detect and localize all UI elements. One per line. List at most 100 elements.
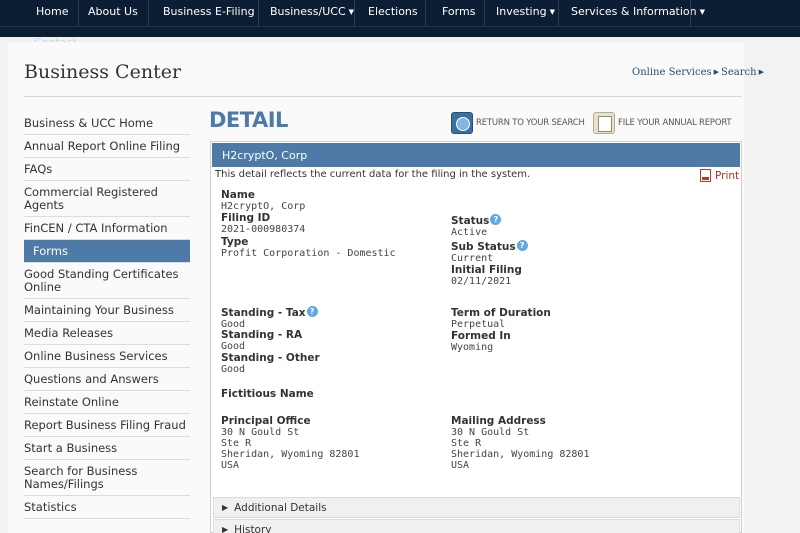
field-label: Sub Status xyxy=(451,241,516,253)
field-value: Wyoming xyxy=(451,342,494,353)
print-link[interactable]: Print xyxy=(700,169,739,182)
nav-services-information[interactable]: Services & Information ▼ xyxy=(571,5,705,18)
chevron-right-icon: ▶ xyxy=(758,68,764,76)
nav-separator xyxy=(148,0,149,26)
sidebar-item-media-releases[interactable]: Media Releases xyxy=(24,322,190,345)
field-mailing-address: Mailing Address 30 N Gould St Ste R Sher… xyxy=(451,415,590,472)
field-name: Name H2cryptO, Corp xyxy=(221,189,305,213)
field-standing-ra: Standing - RA Good xyxy=(221,329,303,353)
nav-business-e-filing[interactable]: Business E-Filing xyxy=(163,5,255,18)
nav-investing[interactable]: Investing ▼ xyxy=(496,5,555,18)
file-annual-report-link[interactable]: FILE YOUR ANNUAL REPORT xyxy=(593,111,732,135)
field-initial-filing: Initial Filing 02/11/2021 xyxy=(451,264,522,288)
help-icon[interactable]: ? xyxy=(306,306,318,317)
pdf-icon xyxy=(700,169,711,182)
sidebar-item-maintaining-business[interactable]: Maintaining Your Business xyxy=(24,299,190,322)
field-term-of-duration: Term of Duration Perpetual xyxy=(451,307,551,331)
chevron-right-icon: ▶ xyxy=(222,503,229,512)
caret-down-icon: ▼ xyxy=(549,8,555,16)
field-label: Name xyxy=(221,189,255,201)
address-line: Ste R xyxy=(451,438,482,449)
field-label: Standing - RA xyxy=(221,329,303,341)
field-value: Good xyxy=(221,364,246,375)
sidebar-item-good-standing[interactable]: Good Standing Certificates Online xyxy=(24,263,190,299)
field-label: Fictitious Name xyxy=(221,388,314,400)
breadcrumb: Online Services ▶ Search ▶ xyxy=(632,67,766,78)
field-standing-other: Standing - Other Good xyxy=(221,352,320,376)
sidebar-item-reinstate-online[interactable]: Reinstate Online xyxy=(24,391,190,414)
nav-business-ucc[interactable]: Business/UCC ▼ xyxy=(270,5,354,18)
address-line: Sheridan, Wyoming 82801 xyxy=(221,449,360,460)
breadcrumb-search[interactable]: Search xyxy=(721,67,757,78)
top-navigation: Home About Us Business E-Filing Business… xyxy=(0,0,800,26)
field-label: Mailing Address xyxy=(451,415,546,427)
field-label: Type xyxy=(221,236,249,248)
field-value: Profit Corporation - Domestic xyxy=(221,248,396,259)
sidebar-item-business-ucc-home[interactable]: Business & UCC Home xyxy=(24,112,190,135)
nav-separator xyxy=(558,0,559,26)
nav-forms[interactable]: Forms xyxy=(442,5,475,18)
field-value: Good xyxy=(221,341,246,352)
sidebar-item-online-business-services[interactable]: Online Business Services xyxy=(24,345,190,368)
nav-separator xyxy=(78,0,79,26)
nav-elections[interactable]: Elections xyxy=(368,5,418,18)
nav-separator xyxy=(354,0,355,26)
help-icon[interactable]: ? xyxy=(490,214,502,225)
field-status: Status? Active xyxy=(451,214,502,238)
caret-down-icon: ▼ xyxy=(699,8,706,16)
sidebar: Business & UCC Home Annual Report Online… xyxy=(24,112,190,519)
field-standing-tax: Standing - Tax? Good xyxy=(221,306,318,330)
sidebar-item-registered-agents[interactable]: Commercial Registered Agents xyxy=(24,181,190,217)
section-additional-details[interactable]: ▶ Additional Details xyxy=(213,497,740,518)
return-search-icon xyxy=(451,112,473,134)
sidebar-item-fincen-cta[interactable]: FinCEN / CTA Information xyxy=(24,217,190,240)
help-icon[interactable]: ? xyxy=(516,240,528,251)
annual-report-icon xyxy=(593,112,615,134)
address-line: 30 N Gould St xyxy=(221,427,300,438)
address-line: Sheridan, Wyoming 82801 xyxy=(451,449,590,460)
entity-name-header: H2cryptO, Corp xyxy=(212,143,740,167)
nav-home[interactable]: Home xyxy=(36,5,68,18)
field-label: Initial Filing xyxy=(451,264,522,276)
field-value: Perpetual xyxy=(451,319,506,330)
detail-note: This detail reflects the current data fo… xyxy=(215,169,531,180)
field-value: 2021-000980374 xyxy=(221,224,306,235)
sidebar-item-forms[interactable]: Forms xyxy=(24,240,190,263)
field-label: Formed In xyxy=(451,330,511,342)
field-label: Standing - Other xyxy=(221,352,320,364)
sidebar-item-faqs[interactable]: FAQs xyxy=(24,158,190,181)
header-divider xyxy=(24,96,742,97)
return-to-search-link[interactable]: RETURN TO YOUR SEARCH xyxy=(451,111,585,135)
nav-separator xyxy=(425,0,426,26)
nav-separator xyxy=(690,0,691,26)
field-label: Term of Duration xyxy=(451,307,551,319)
chevron-right-icon: ▶ xyxy=(713,68,720,76)
field-label: Filing ID xyxy=(221,212,271,224)
chevron-right-icon: ▶ xyxy=(222,525,229,533)
nav-sub-bar xyxy=(0,26,800,37)
sidebar-item-questions-answers[interactable]: Questions and Answers xyxy=(24,368,190,391)
address-line: USA xyxy=(221,460,240,471)
address-line: USA xyxy=(451,460,470,471)
field-sub-status: Sub Status? Current xyxy=(451,240,528,264)
field-fictitious-name: Fictitious Name xyxy=(221,389,314,400)
sidebar-item-start-business[interactable]: Start a Business xyxy=(24,437,190,460)
nav-about-us[interactable]: About Us xyxy=(88,5,138,18)
field-value: 02/11/2021 xyxy=(451,276,512,287)
page-title: Business Center xyxy=(24,61,182,83)
field-label: Status xyxy=(451,215,490,227)
sidebar-item-annual-report[interactable]: Annual Report Online Filing xyxy=(24,135,190,158)
section-history[interactable]: ▶ History xyxy=(213,519,740,533)
sidebar-item-report-fraud[interactable]: Report Business Filing Fraud xyxy=(24,414,190,437)
field-label: Standing - Tax xyxy=(221,307,306,319)
field-formed-in: Formed In Wyoming xyxy=(451,330,511,354)
field-label: Principal Office xyxy=(221,415,311,427)
address-line: 30 N Gould St xyxy=(451,427,530,438)
nav-separator xyxy=(484,0,485,26)
address-line: Ste R xyxy=(221,438,252,449)
field-principal-office: Principal Office 30 N Gould St Ste R She… xyxy=(221,415,360,472)
sidebar-item-statistics[interactable]: Statistics xyxy=(24,496,190,519)
breadcrumb-online-services[interactable]: Online Services xyxy=(632,67,712,78)
field-value: Active xyxy=(451,227,488,238)
sidebar-item-search-business-names[interactable]: Search for Business Names/Filings xyxy=(24,460,190,496)
